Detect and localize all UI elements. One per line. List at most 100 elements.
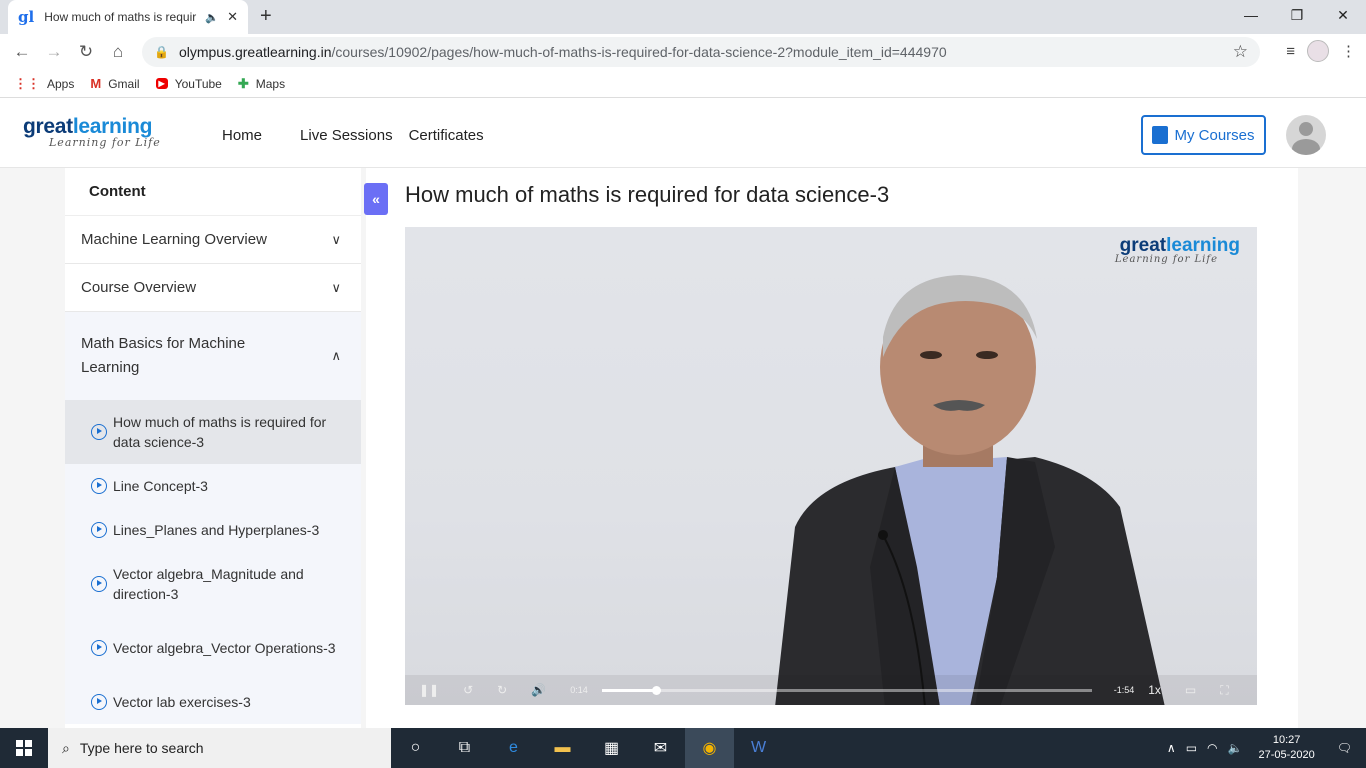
clock-date: 27-05-2020 bbox=[1258, 749, 1315, 761]
browser-tab-bar: gl How much of maths is requir 🔈 ✕ + — ❐… bbox=[0, 0, 1366, 34]
bookmark-apps[interactable]: ⋮⋮ Apps bbox=[14, 76, 74, 92]
collapse-sidebar-button[interactable]: « bbox=[364, 183, 388, 215]
playback-speed[interactable]: 1x bbox=[1148, 683, 1161, 697]
close-window-icon[interactable]: ✕ bbox=[1320, 0, 1366, 30]
progress-bar[interactable] bbox=[601, 685, 1092, 695]
speaker-icon[interactable]: 🔈 bbox=[1228, 741, 1243, 755]
watermark-accent-text: learning bbox=[1166, 235, 1240, 256]
browser-toolbar: ← → ↻ ⌂ 🔒 olympus.greatlearning.in/cours… bbox=[0, 34, 1366, 70]
cortana-icon[interactable]: ○ bbox=[391, 728, 440, 768]
greatlearning-logo[interactable]: greatlearning Learning for Life bbox=[23, 115, 161, 149]
lesson-label: How much of maths is required for data s… bbox=[113, 414, 327, 450]
nav-home[interactable]: Home bbox=[222, 127, 262, 144]
battery-icon[interactable]: ▭ bbox=[1186, 741, 1197, 755]
speaker-icon[interactable]: 🔈 bbox=[205, 11, 219, 24]
chrome-icon[interactable]: ◉ bbox=[685, 728, 734, 768]
maps-icon: ✚ bbox=[237, 75, 249, 91]
progress-fill bbox=[601, 688, 656, 692]
forward-icon[interactable]: ↻ bbox=[497, 683, 507, 697]
progress-knob[interactable] bbox=[651, 685, 661, 695]
store-icon[interactable]: ▦ bbox=[587, 728, 636, 768]
course-sidebar: Content Machine Learning Overview ∨ Cour… bbox=[65, 168, 361, 728]
section-label: Machine Learning Overview bbox=[81, 231, 267, 248]
volume-icon[interactable]: 🔊 bbox=[531, 683, 546, 697]
pause-icon[interactable]: ❚❚ bbox=[419, 683, 439, 697]
nav-certificates[interactable]: Certificates bbox=[409, 127, 484, 144]
logo-main-text: great bbox=[23, 115, 73, 138]
lesson-item[interactable]: Line Concept-3 bbox=[65, 464, 361, 508]
nav-live-sessions[interactable]: Live Sessions bbox=[300, 127, 393, 144]
video-watermark-logo: greatlearning Learning for Life bbox=[1115, 235, 1240, 265]
section-math-basics-header[interactable]: Math Basics for Machine Learning ∧ bbox=[65, 312, 361, 400]
taskbar-search[interactable]: ⌕ Type here to search bbox=[48, 728, 391, 768]
home-icon[interactable]: ⌂ bbox=[102, 42, 134, 62]
current-time: 0:14 bbox=[570, 685, 588, 695]
chevron-up-icon[interactable]: ∧ bbox=[1167, 741, 1176, 755]
chevron-down-icon: ∨ bbox=[331, 279, 341, 295]
minimize-icon[interactable]: — bbox=[1228, 0, 1274, 30]
section-course-overview[interactable]: Course Overview ∨ bbox=[65, 264, 361, 312]
pip-icon[interactable]: ▭ bbox=[1185, 683, 1196, 697]
bookmark-star-icon[interactable]: ☆ bbox=[1233, 42, 1248, 62]
youtube-icon: ▶ bbox=[155, 78, 168, 89]
my-courses-button[interactable]: My Courses bbox=[1141, 115, 1266, 155]
greatlearning-favicon-icon: gl bbox=[18, 8, 35, 26]
video-player[interactable]: greatlearning Learning for Life ❚❚ ↺ ↻ 🔊… bbox=[405, 227, 1257, 705]
lock-icon[interactable]: 🔒 bbox=[154, 45, 169, 59]
forward-arrow-icon[interactable]: → bbox=[38, 42, 70, 62]
notification-icon[interactable]: 🗨 bbox=[1337, 741, 1352, 755]
play-circle-icon bbox=[91, 522, 107, 538]
restore-icon[interactable]: ❐ bbox=[1274, 0, 1320, 30]
file-explorer-icon[interactable]: ▬ bbox=[538, 728, 587, 768]
lesson-label: Lines_Planes and Hyperplanes-3 bbox=[113, 522, 320, 538]
new-tab-icon[interactable]: + bbox=[260, 5, 272, 28]
presenter-image bbox=[775, 275, 1165, 705]
my-courses-label: My Courses bbox=[1174, 126, 1255, 144]
wifi-icon[interactable]: ◠ bbox=[1207, 741, 1217, 755]
browser-tab[interactable]: gl How much of maths is requir 🔈 ✕ bbox=[8, 0, 248, 34]
url-path: /courses/10902/pages/how-much-of-maths-i… bbox=[331, 44, 947, 60]
media-control-icon[interactable]: ≡ bbox=[1286, 43, 1295, 60]
bookmark-gmail[interactable]: M Gmail bbox=[90, 76, 139, 91]
edge-icon[interactable]: e bbox=[489, 728, 538, 768]
user-avatar[interactable] bbox=[1286, 115, 1326, 155]
lesson-item[interactable]: Vector algebra_Magnitude and direction-3 bbox=[65, 552, 361, 616]
bookmark-maps[interactable]: ✚ Maps bbox=[238, 76, 285, 92]
logo-tagline: Learning for Life bbox=[49, 136, 161, 149]
bookmark-youtube[interactable]: ▶ YouTube bbox=[155, 76, 222, 91]
section-machine-learning-overview[interactable]: Machine Learning Overview ∨ bbox=[65, 216, 361, 264]
site-header: greatlearning Learning for Life Home Liv… bbox=[0, 103, 1366, 168]
lesson-item[interactable]: Vector algebra_Vector Operations-3 bbox=[65, 616, 361, 680]
taskbar-clock[interactable]: 10:27 27-05-2020 bbox=[1258, 733, 1314, 763]
window-controls: — ❐ ✕ bbox=[1228, 0, 1366, 30]
mail-icon[interactable]: ✉ bbox=[636, 728, 685, 768]
fullscreen-icon[interactable]: ⛶ bbox=[1220, 683, 1228, 698]
remaining-time: -1:54 bbox=[1113, 685, 1135, 695]
book-icon bbox=[1152, 126, 1169, 144]
windows-taskbar: ⌕ Type here to search ○ ⧉ e ▬ ▦ ✉ ◉ W ∧ … bbox=[0, 728, 1366, 768]
reload-icon[interactable]: ↻ bbox=[70, 42, 102, 62]
system-tray: ∧ ▭ ◠ 🔈 10:27 27-05-2020 🗨 bbox=[1167, 728, 1366, 768]
profile-avatar[interactable] bbox=[1307, 40, 1329, 62]
windows-start-icon[interactable] bbox=[0, 728, 48, 768]
lesson-label: Line Concept-3 bbox=[113, 478, 208, 494]
gmail-icon: M bbox=[90, 76, 102, 91]
bookmark-label: Gmail bbox=[108, 76, 140, 91]
back-arrow-icon[interactable]: ← bbox=[6, 42, 38, 62]
top-nav: Home Live Sessions Certificates bbox=[222, 127, 484, 144]
bookmark-label: YouTube bbox=[174, 76, 222, 91]
task-view-icon[interactable]: ⧉ bbox=[440, 728, 489, 768]
close-tab-icon[interactable]: ✕ bbox=[227, 9, 238, 25]
address-bar[interactable]: 🔒 olympus.greatlearning.in/courses/10902… bbox=[142, 37, 1260, 67]
logo-accent-text: learning bbox=[72, 115, 153, 138]
watermark-tagline: Learning for Life bbox=[1114, 254, 1218, 265]
lesson-item[interactable]: Vector lab exercises-3 bbox=[65, 680, 361, 724]
rewind-icon[interactable]: ↺ bbox=[463, 683, 473, 697]
word-icon[interactable]: W bbox=[734, 728, 783, 768]
lesson-title: How much of maths is required for data s… bbox=[405, 182, 890, 207]
lesson-item[interactable]: How much of maths is required for data s… bbox=[65, 400, 361, 464]
lesson-item[interactable]: Lines_Planes and Hyperplanes-3 bbox=[65, 508, 361, 552]
menu-kebab-icon[interactable]: ⋮ bbox=[1341, 42, 1356, 60]
lesson-label: Vector algebra_Vector Operations-3 bbox=[113, 640, 336, 656]
chevron-up-icon: ∧ bbox=[331, 348, 341, 363]
